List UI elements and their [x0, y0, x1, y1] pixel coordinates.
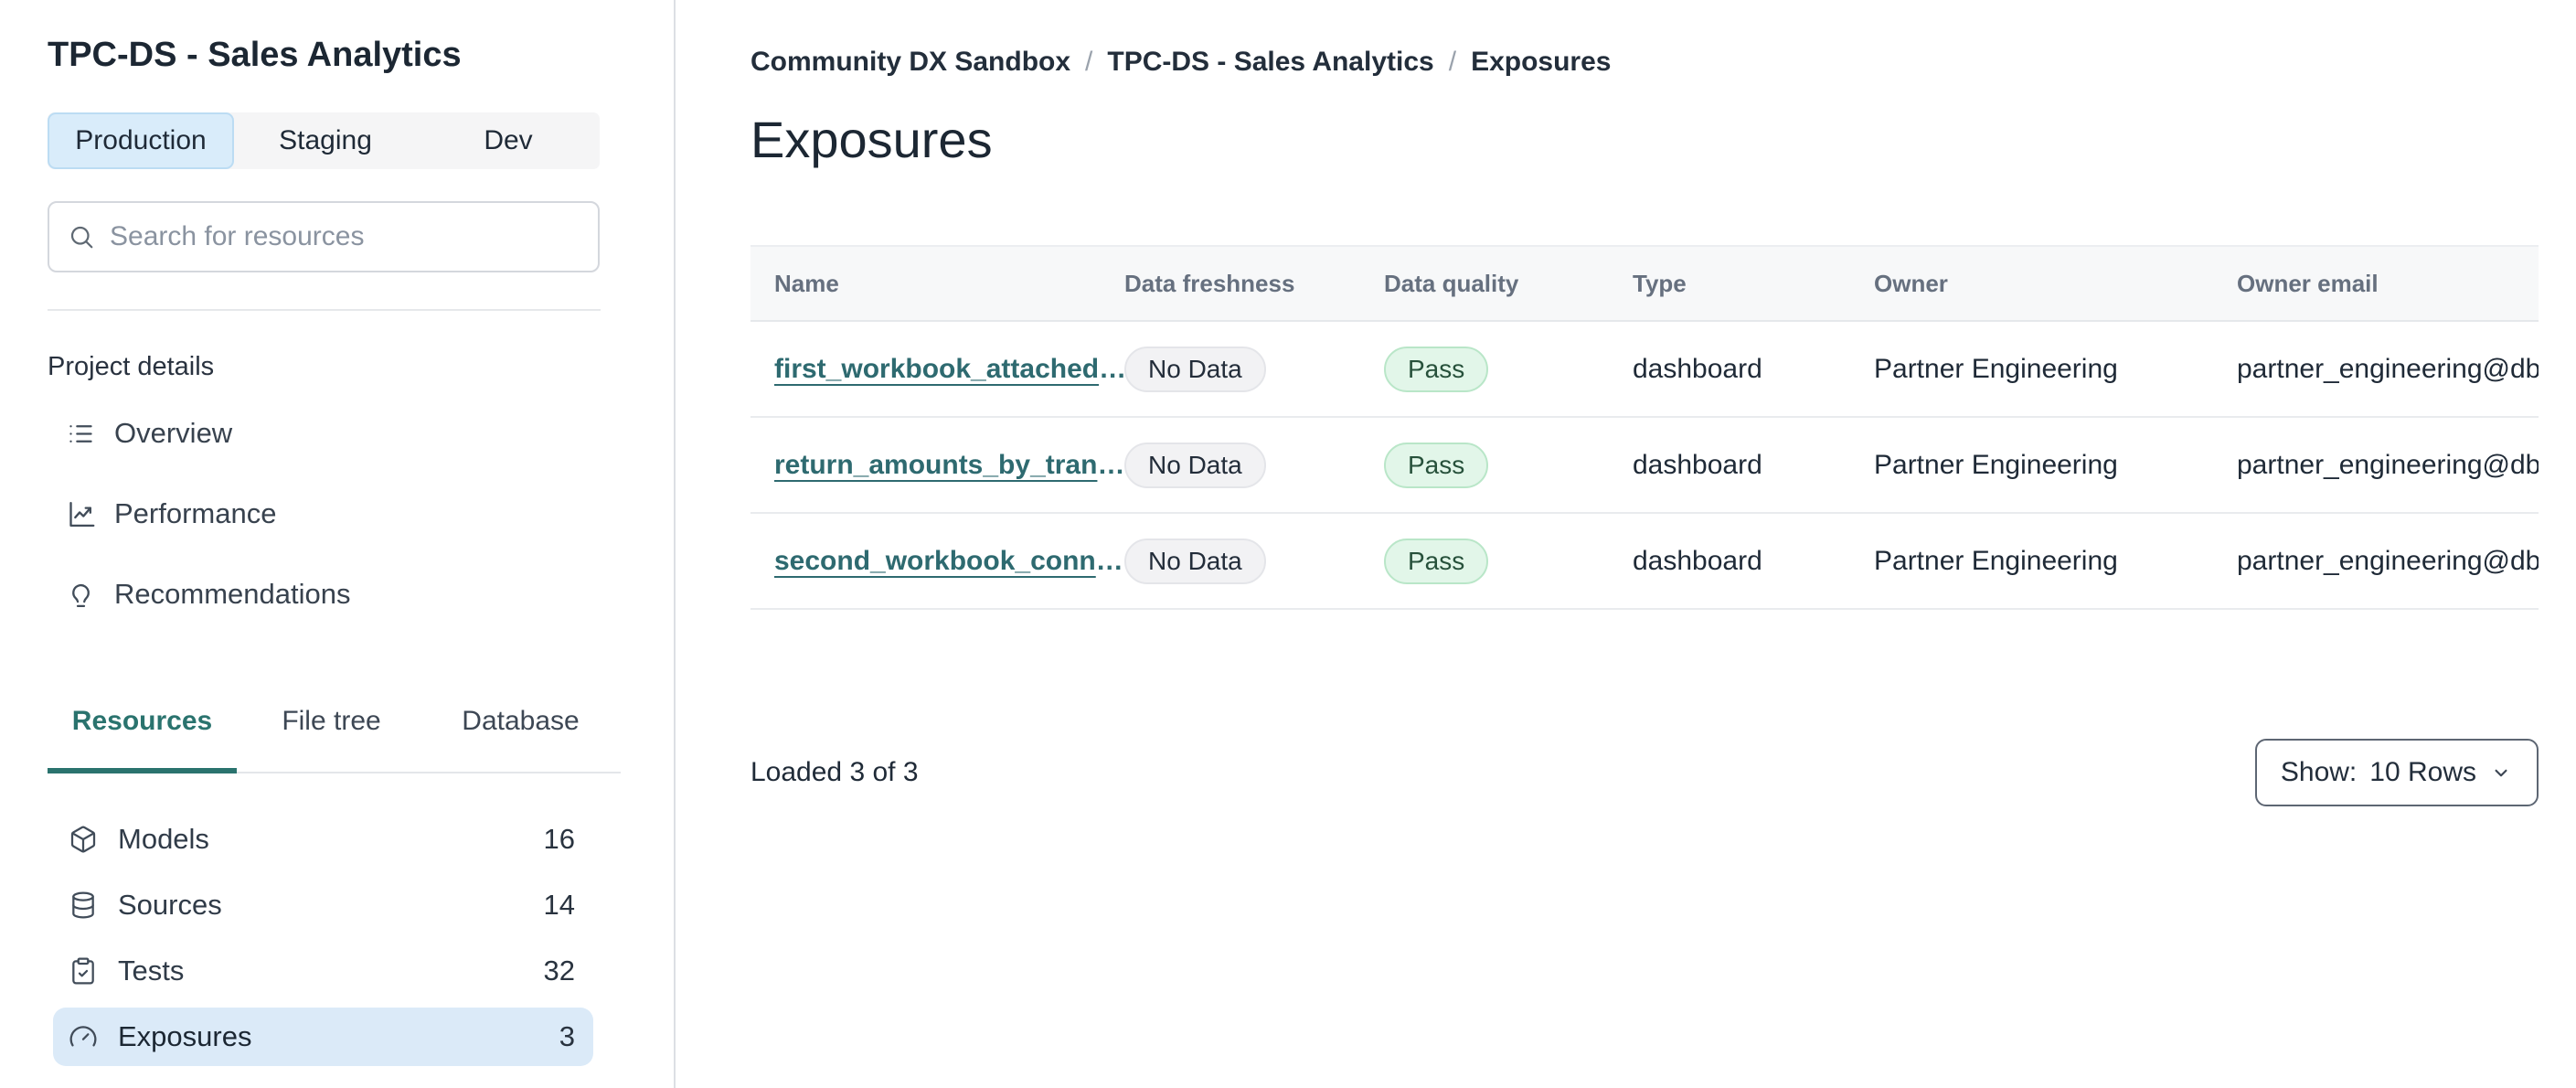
column-header-owner-email[interactable]: Owner email: [2237, 270, 2539, 298]
env-tab-dev[interactable]: Dev: [417, 112, 600, 169]
owner-email-cell: partner_engineering@dbt…: [2237, 545, 2539, 576]
owner-cell: Partner Engineering: [1874, 545, 2118, 576]
exposure-name-link[interactable]: return_amounts_by_tran…: [774, 450, 1124, 480]
table-row: first_workbook_attached… No Data Pass da…: [750, 322, 2539, 418]
type-cell: dashboard: [1633, 353, 1762, 384]
quality-badge: Pass: [1384, 538, 1489, 584]
resource-item-models[interactable]: Models 16: [53, 810, 593, 869]
freshness-badge: No Data: [1124, 538, 1266, 584]
resource-search[interactable]: [48, 201, 600, 272]
project-sidebar: TPC-DS - Sales Analytics Production Stag…: [0, 0, 676, 1088]
project-title: TPC-DS - Sales Analytics: [48, 36, 462, 74]
freshness-badge: No Data: [1124, 346, 1266, 392]
table-row: second_workbook_conn… No Data Pass dashb…: [750, 514, 2539, 610]
resource-item-exposures[interactable]: Exposures 3: [53, 1008, 593, 1066]
resource-count: 16: [543, 823, 575, 855]
sidebar-divider: [48, 309, 601, 311]
gauge-icon: [69, 1022, 98, 1051]
column-header-type[interactable]: Type: [1633, 270, 1874, 298]
rows-per-page-dropdown[interactable]: Show: 10 Rows: [2254, 739, 2539, 806]
breadcrumb-account[interactable]: Community DX Sandbox: [750, 46, 1070, 79]
loaded-status: Loaded 3 of 3: [750, 757, 919, 787]
cube-icon: [69, 825, 98, 854]
owner-email-cell: partner_engineering@dbt…: [2237, 353, 2539, 384]
column-header-freshness[interactable]: Data freshness: [1124, 270, 1384, 298]
nav-item-label: Recommendations: [114, 578, 351, 610]
column-header-name[interactable]: Name: [774, 270, 1124, 298]
resource-item-label: Tests: [118, 955, 185, 987]
column-header-owner[interactable]: Owner: [1874, 270, 2237, 298]
resource-item-tests[interactable]: Tests 32: [53, 942, 593, 1000]
main-content: Community DX Sandbox / TPC-DS - Sales An…: [677, 0, 2576, 1088]
exposure-name-link[interactable]: second_workbook_conn…: [774, 546, 1123, 576]
nav-item-label: Performance: [114, 497, 277, 529]
tab-file-tree[interactable]: File tree: [237, 682, 426, 772]
freshness-badge: No Data: [1124, 442, 1266, 488]
exposure-name-link[interactable]: first_workbook_attached…: [774, 354, 1126, 384]
env-tab-production[interactable]: Production: [48, 112, 234, 169]
environment-tabs: Production Staging Dev: [48, 112, 600, 169]
show-label: Show:: [2280, 757, 2358, 787]
nav-item-performance[interactable]: Performance: [48, 474, 674, 554]
type-cell: dashboard: [1633, 545, 1762, 576]
type-cell: dashboard: [1633, 449, 1762, 480]
line-chart-icon: [66, 499, 96, 529]
nav-item-recommendations[interactable]: Recommendations: [48, 554, 674, 635]
owner-email-cell: partner_engineering@dbt…: [2237, 449, 2539, 480]
project-details-label: Project details: [48, 352, 215, 381]
breadcrumb-separator: /: [1448, 47, 1457, 77]
resource-item-label: Exposures: [118, 1020, 252, 1052]
resource-item-label: Models: [118, 823, 209, 855]
tab-database[interactable]: Database: [426, 682, 615, 772]
nav-item-label: Overview: [114, 417, 233, 449]
database-icon: [69, 891, 98, 920]
breadcrumb-separator: /: [1085, 47, 1093, 77]
breadcrumb-current: Exposures: [1471, 47, 1612, 77]
table-header-row: Name Data freshness Data quality Type Ow…: [750, 245, 2539, 322]
tab-resources[interactable]: Resources: [48, 682, 237, 773]
resource-count: 14: [543, 889, 575, 921]
page-title: Exposures: [750, 111, 993, 168]
lightbulb-icon: [66, 580, 96, 610]
breadcrumb: Community DX Sandbox / TPC-DS - Sales An…: [750, 46, 2576, 79]
exposures-table: Name Data freshness Data quality Type Ow…: [750, 245, 2539, 610]
list-icon: [66, 419, 96, 449]
breadcrumb-project[interactable]: TPC-DS - Sales Analytics: [1107, 46, 1433, 79]
table-row: return_amounts_by_tran… No Data Pass das…: [750, 418, 2539, 514]
env-tab-staging[interactable]: Staging: [234, 112, 417, 169]
clipboard-check-icon: [69, 956, 98, 986]
resource-item-label: Sources: [118, 889, 222, 921]
resource-count: 3: [559, 1020, 575, 1052]
owner-cell: Partner Engineering: [1874, 449, 2118, 480]
rows-per-page-value: 10 Rows: [2369, 757, 2476, 787]
project-nav: Overview Performance Recommendations: [48, 393, 674, 635]
nav-item-overview[interactable]: Overview: [48, 393, 674, 474]
quality-badge: Pass: [1384, 442, 1489, 488]
resource-list: Models 16 Sources 14 Tests 32 Exposures …: [48, 810, 674, 1088]
chevron-down-icon: [2489, 761, 2513, 784]
owner-cell: Partner Engineering: [1874, 353, 2118, 384]
table-footer: Loaded 3 of 3 Show: 10 Rows: [750, 739, 2539, 806]
search-input[interactable]: [110, 221, 580, 252]
column-header-quality[interactable]: Data quality: [1384, 270, 1633, 298]
sidebar-view-tabs: Resources File tree Database: [48, 682, 621, 773]
resource-count: 32: [543, 955, 575, 987]
resource-item-sources[interactable]: Sources 14: [53, 876, 593, 934]
search-icon: [68, 223, 95, 251]
quality-badge: Pass: [1384, 346, 1489, 392]
